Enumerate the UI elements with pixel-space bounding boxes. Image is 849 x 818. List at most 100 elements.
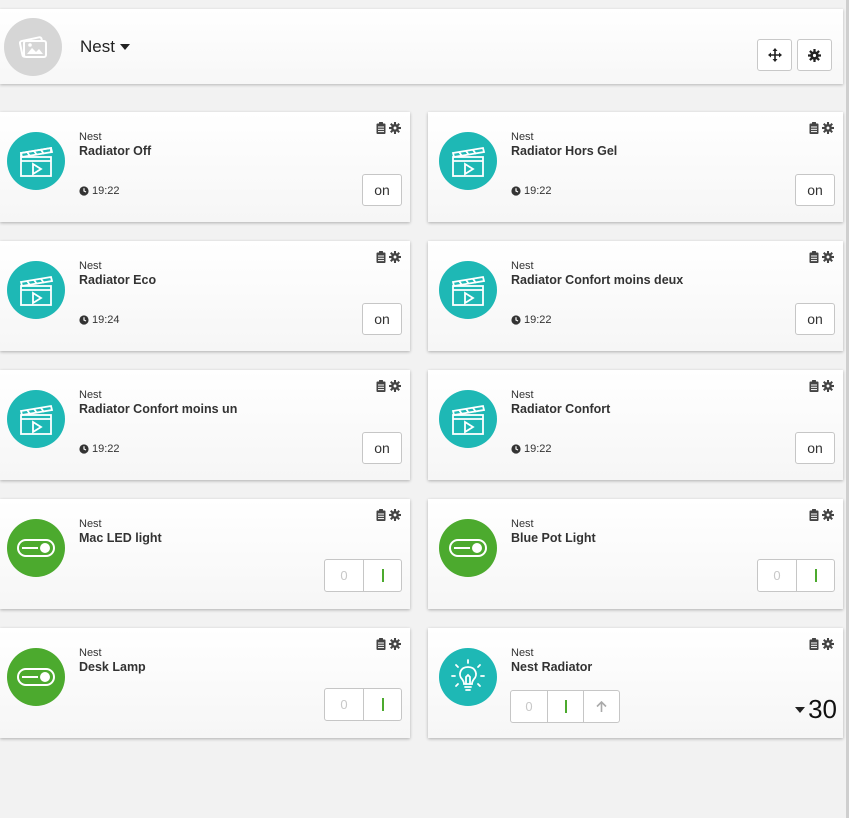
tile-name: Radiator Confort moins deux bbox=[511, 273, 684, 287]
tile-tools bbox=[376, 509, 401, 521]
gear-icon[interactable] bbox=[822, 638, 834, 650]
gear-icon[interactable] bbox=[389, 638, 401, 650]
gear-icon[interactable] bbox=[389, 122, 401, 134]
switch-tile: Nest Desk Lamp 0 bbox=[0, 628, 410, 738]
off-button[interactable]: 0 bbox=[511, 691, 547, 722]
scene-icon-badge bbox=[7, 390, 65, 448]
clock-icon bbox=[79, 315, 89, 325]
scene-clapper-icon bbox=[451, 146, 486, 177]
scene-tile: Nest Radiator Confort moins un 19:22 on bbox=[0, 370, 410, 480]
tile-tools bbox=[809, 251, 834, 263]
clipboard-icon[interactable] bbox=[376, 251, 386, 263]
on-bar-icon bbox=[381, 698, 384, 711]
gear-icon[interactable] bbox=[822, 122, 834, 134]
tile-room: Nest bbox=[79, 518, 102, 530]
scene-clapper-icon bbox=[19, 275, 54, 306]
clipboard-icon[interactable] bbox=[809, 509, 819, 521]
tile-room: Nest bbox=[511, 131, 534, 143]
scene-on-button[interactable]: on bbox=[795, 303, 835, 335]
tile-time: 19:22 bbox=[524, 314, 552, 326]
scene-on-button[interactable]: on bbox=[362, 303, 402, 335]
scene-clapper-icon bbox=[451, 275, 486, 306]
clock-icon bbox=[511, 315, 521, 325]
scene-on-button[interactable]: on bbox=[362, 432, 402, 464]
tile-room: Nest bbox=[79, 131, 102, 143]
tile-name: Nest Radiator bbox=[511, 660, 593, 674]
scene-icon-badge bbox=[7, 132, 65, 190]
tile-time: 19:22 bbox=[92, 443, 120, 455]
scene-clapper-icon bbox=[19, 146, 54, 177]
tile-last-run: 19:22 bbox=[511, 443, 552, 455]
on-button[interactable] bbox=[796, 560, 834, 591]
clock-icon bbox=[79, 444, 89, 454]
scene-icon-badge bbox=[439, 390, 497, 448]
on-button[interactable] bbox=[363, 689, 401, 720]
clipboard-icon[interactable] bbox=[376, 122, 386, 134]
tile-tools bbox=[376, 122, 401, 134]
gear-icon[interactable] bbox=[389, 380, 401, 392]
switch-tile: Nest Blue Pot Light 0 bbox=[428, 499, 843, 609]
tile-time: 19:22 bbox=[524, 185, 552, 197]
on-button[interactable] bbox=[363, 560, 401, 591]
switch-tile: Nest Mac LED light 0 bbox=[0, 499, 410, 609]
chevron-down-icon bbox=[795, 706, 806, 713]
on-off-up-toggle: 0 bbox=[510, 690, 620, 723]
image-placeholder-icon bbox=[18, 36, 47, 58]
gear-icon[interactable] bbox=[389, 251, 401, 263]
room-title-dropdown[interactable]: Nest bbox=[80, 37, 130, 57]
gear-icon[interactable] bbox=[389, 509, 401, 521]
scene-tile: Nest Radiator Confort 19:22 on bbox=[428, 370, 843, 480]
tile-tools bbox=[376, 638, 401, 650]
light-bulb-icon bbox=[451, 659, 485, 691]
clipboard-icon[interactable] bbox=[376, 509, 386, 521]
tile-last-run: 19:24 bbox=[79, 314, 120, 326]
tile-time: 19:22 bbox=[92, 185, 120, 197]
scene-icon-badge bbox=[7, 261, 65, 319]
switch-icon-badge bbox=[439, 519, 497, 577]
gear-icon[interactable] bbox=[822, 509, 834, 521]
tile-last-run: 19:22 bbox=[511, 314, 552, 326]
tile-room: Nest bbox=[511, 518, 534, 530]
clipboard-icon[interactable] bbox=[376, 380, 386, 392]
clipboard-icon[interactable] bbox=[809, 251, 819, 263]
scene-on-button[interactable]: on bbox=[795, 432, 835, 464]
room-avatar[interactable] bbox=[4, 18, 62, 76]
tile-tools bbox=[809, 380, 834, 392]
on-button[interactable] bbox=[547, 691, 583, 722]
on-bar-icon bbox=[381, 569, 384, 582]
up-button[interactable] bbox=[583, 691, 619, 722]
clipboard-icon[interactable] bbox=[809, 638, 819, 650]
tile-room: Nest bbox=[511, 389, 534, 401]
on-off-toggle: 0 bbox=[324, 559, 402, 592]
move-arrows-icon bbox=[767, 48, 782, 62]
move-button[interactable] bbox=[757, 39, 792, 71]
scene-tile: Nest Radiator Hors Gel 19:22 on bbox=[428, 112, 843, 222]
clock-icon bbox=[511, 186, 521, 196]
off-button[interactable]: 0 bbox=[325, 560, 363, 591]
tile-room: Nest bbox=[511, 260, 534, 272]
switch-toggle-icon bbox=[17, 668, 55, 686]
tile-tools bbox=[809, 122, 834, 134]
tile-tools bbox=[809, 509, 834, 521]
clipboard-icon[interactable] bbox=[809, 122, 819, 134]
on-off-toggle: 0 bbox=[324, 688, 402, 721]
scene-on-button[interactable]: on bbox=[362, 174, 402, 206]
gear-icon[interactable] bbox=[822, 380, 834, 392]
settings-button[interactable] bbox=[797, 39, 832, 71]
scene-tile: Nest Radiator Eco 19:24 on bbox=[0, 241, 410, 351]
tile-room: Nest bbox=[79, 260, 102, 272]
clipboard-icon[interactable] bbox=[376, 638, 386, 650]
clipboard-icon[interactable] bbox=[809, 380, 819, 392]
on-off-toggle: 0 bbox=[757, 559, 835, 592]
off-button[interactable]: 0 bbox=[325, 689, 363, 720]
tile-tools bbox=[376, 251, 401, 263]
scene-on-button[interactable]: on bbox=[795, 174, 835, 206]
scene-tile: Nest Radiator Off 19:22 on bbox=[0, 112, 410, 222]
off-button[interactable]: 0 bbox=[758, 560, 796, 591]
temperature-setpoint[interactable]: 30 bbox=[795, 694, 837, 725]
gear-icon[interactable] bbox=[822, 251, 834, 263]
room-header: Nest bbox=[0, 9, 843, 84]
thermostat-tile: Nest Nest Radiator 0 30 bbox=[428, 628, 843, 738]
switch-icon-badge bbox=[7, 519, 65, 577]
tile-tools bbox=[376, 380, 401, 392]
